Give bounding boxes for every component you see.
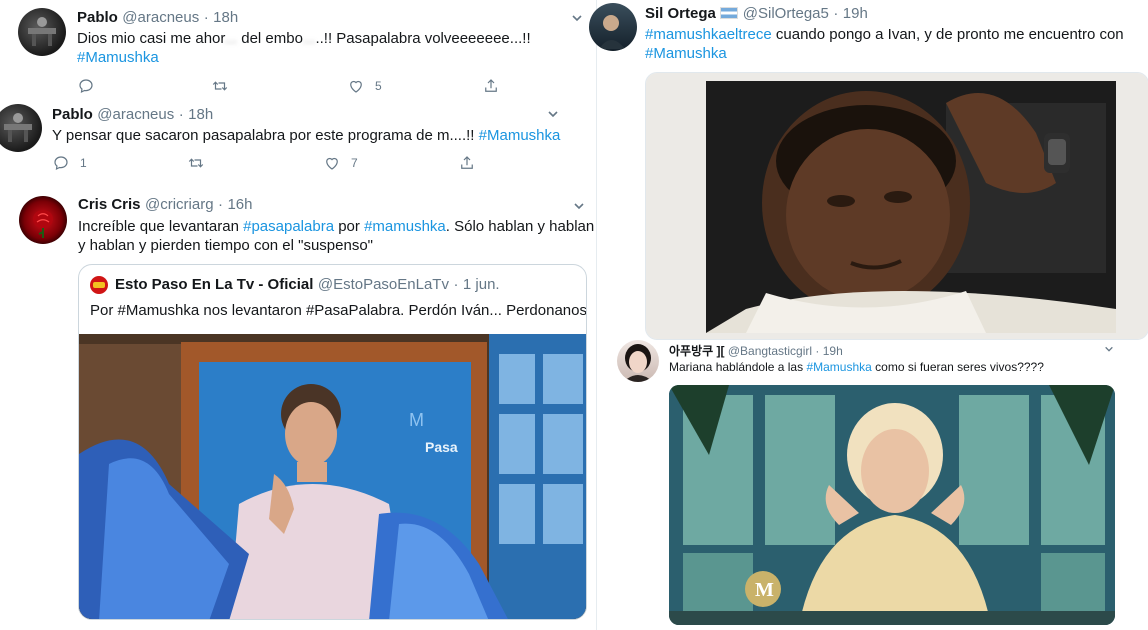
reply-icon: [54, 156, 68, 171]
quote-media-image[interactable]: M Pasa: [79, 334, 586, 619]
share-button[interactable]: [458, 154, 476, 172]
quote-author-handle[interactable]: @EstoPasoEnLaTv: [318, 276, 449, 293]
quoted-tweet[interactable]: Esto Paso En La Tv - Oficial @EstoPasoEn…: [78, 264, 587, 620]
reply-icon: [79, 79, 93, 94]
author-handle[interactable]: @aracneus: [122, 9, 199, 26]
timestamp[interactable]: 19h: [843, 5, 868, 22]
author-handle[interactable]: @SilOrtega5: [743, 5, 829, 22]
hashtag-link[interactable]: #Mamushka: [645, 44, 727, 63]
argentina-flag-icon: [720, 7, 739, 19]
avatar[interactable]: [19, 196, 67, 244]
quote-date[interactable]: 1 jun.: [463, 276, 500, 293]
tweet-header: Sil Ortega @SilOrtega5 · 19h: [645, 5, 868, 23]
retweet-button[interactable]: [187, 154, 211, 172]
tweet-pablo-2[interactable]: Pablo @aracneus · 18h Y pensar que sacar…: [0, 100, 600, 182]
avatar[interactable]: [0, 104, 42, 152]
hashtag-link[interactable]: #pasapalabra: [243, 218, 334, 235]
tweet-text: #mamushkaeltrece cuando pongo a Ivan, y …: [645, 26, 1124, 43]
share-button[interactable]: [482, 77, 500, 95]
hashtag-link[interactable]: #mamushkaeltrece: [645, 26, 772, 43]
tweet-header: Pablo @aracneus · 18h: [77, 9, 238, 27]
author-name[interactable]: Pablo: [52, 106, 93, 123]
tweet-header: Cris Cris @cricriarg · 16h: [78, 196, 252, 214]
avatar[interactable]: [617, 340, 659, 382]
tweet-text-line-1: Increíble que levantaran #pasapalabra po…: [78, 218, 595, 235]
tweet-header: Pablo @aracneus · 18h: [52, 106, 213, 124]
tweet-bangtasticgirl[interactable]: 아푸방쿠 ][ @Bangtasticgirl · 19h Mariana ha…: [597, 340, 1148, 630]
timestamp[interactable]: 16h: [227, 196, 252, 213]
separator: ·: [815, 344, 820, 358]
retweet-icon: [212, 81, 228, 91]
chevron-down-icon[interactable]: [573, 200, 585, 212]
screen-text: M: [409, 410, 424, 430]
like-button[interactable]: 5: [347, 77, 382, 95]
show-logo-text: M: [755, 579, 774, 601]
quote-avatar[interactable]: [90, 276, 108, 294]
separator: ·: [218, 196, 223, 213]
avatar[interactable]: [18, 8, 66, 56]
author-handle[interactable]: @aracneus: [97, 106, 174, 123]
quote-author-name[interactable]: Esto Paso En La Tv - Oficial: [115, 276, 313, 293]
chevron-down-icon[interactable]: [571, 12, 583, 24]
hashtag-link[interactable]: #mamushka: [364, 218, 446, 235]
tweet-media-image[interactable]: M: [669, 385, 1115, 625]
author-name[interactable]: Sil Ortega: [645, 5, 716, 22]
separator: ·: [833, 5, 839, 22]
like-button[interactable]: 7: [323, 154, 358, 172]
hashtag-link[interactable]: #Mamushka: [806, 360, 871, 374]
timestamp[interactable]: 18h: [188, 106, 213, 123]
separator: ·: [178, 106, 184, 123]
tweet-media-image[interactable]: [645, 72, 1148, 340]
author-handle[interactable]: @Bangtasticgirl: [728, 344, 812, 358]
quote-header: Esto Paso En La Tv - Oficial @EstoPasoEn…: [115, 276, 500, 294]
timestamp[interactable]: 18h: [213, 9, 238, 26]
chevron-down-icon[interactable]: [547, 108, 559, 120]
separator: ·: [203, 9, 209, 26]
left-column: Pablo @aracneus · 18h Dios mio casi me a…: [0, 0, 600, 630]
hashtag-link[interactable]: #Mamushka: [479, 127, 561, 144]
quote-text: Por #Mamushka nos levantaron #PasaPalabr…: [90, 302, 587, 319]
retweet-button[interactable]: [211, 77, 235, 95]
hashtag-link[interactable]: #Mamushka: [77, 48, 159, 67]
author-name[interactable]: Pablo: [77, 9, 118, 26]
avatar[interactable]: [589, 3, 637, 51]
heart-icon: [350, 80, 362, 93]
tweet-pablo-1[interactable]: Pablo @aracneus · 18h Dios mio casi me a…: [0, 0, 600, 100]
tweet-text: Y pensar que sacaron pasapalabra por est…: [52, 127, 561, 144]
author-name[interactable]: 아푸방쿠 ][: [669, 344, 725, 358]
tweet-sil-ortega[interactable]: Sil Ortega @SilOrtega5 · 19h #mamushkael…: [589, 0, 1148, 340]
separator: ·: [453, 276, 459, 293]
tweet-header: 아푸방쿠 ][ @Bangtasticgirl · 19h: [669, 342, 843, 359]
heart-icon: [326, 157, 338, 170]
chevron-down-icon[interactable]: [1104, 344, 1114, 354]
timestamp[interactable]: 19h: [823, 344, 843, 358]
share-icon: [485, 79, 497, 92]
tweet-text: Mariana hablándole a las #Mamushka como …: [669, 360, 1044, 374]
tweet-text-line-2: y hablan y pierden tiempo con el "suspen…: [78, 237, 373, 254]
share-icon: [461, 156, 473, 169]
tweet-text: Dios mio casi me ahor... del embo.....!!…: [77, 30, 531, 47]
screen-text: Pasa: [425, 439, 458, 455]
right-column: Sil Ortega @SilOrtega5 · 19h #mamushkael…: [589, 0, 1148, 630]
retweet-icon: [188, 158, 204, 168]
reply-button[interactable]: [77, 77, 101, 95]
author-handle[interactable]: @cricriarg: [145, 196, 214, 213]
author-name[interactable]: Cris Cris: [78, 196, 141, 213]
tweet-cris-cris[interactable]: Cris Cris @cricriarg · 16h Increíble que…: [0, 190, 600, 630]
reply-button[interactable]: 1: [52, 154, 87, 172]
